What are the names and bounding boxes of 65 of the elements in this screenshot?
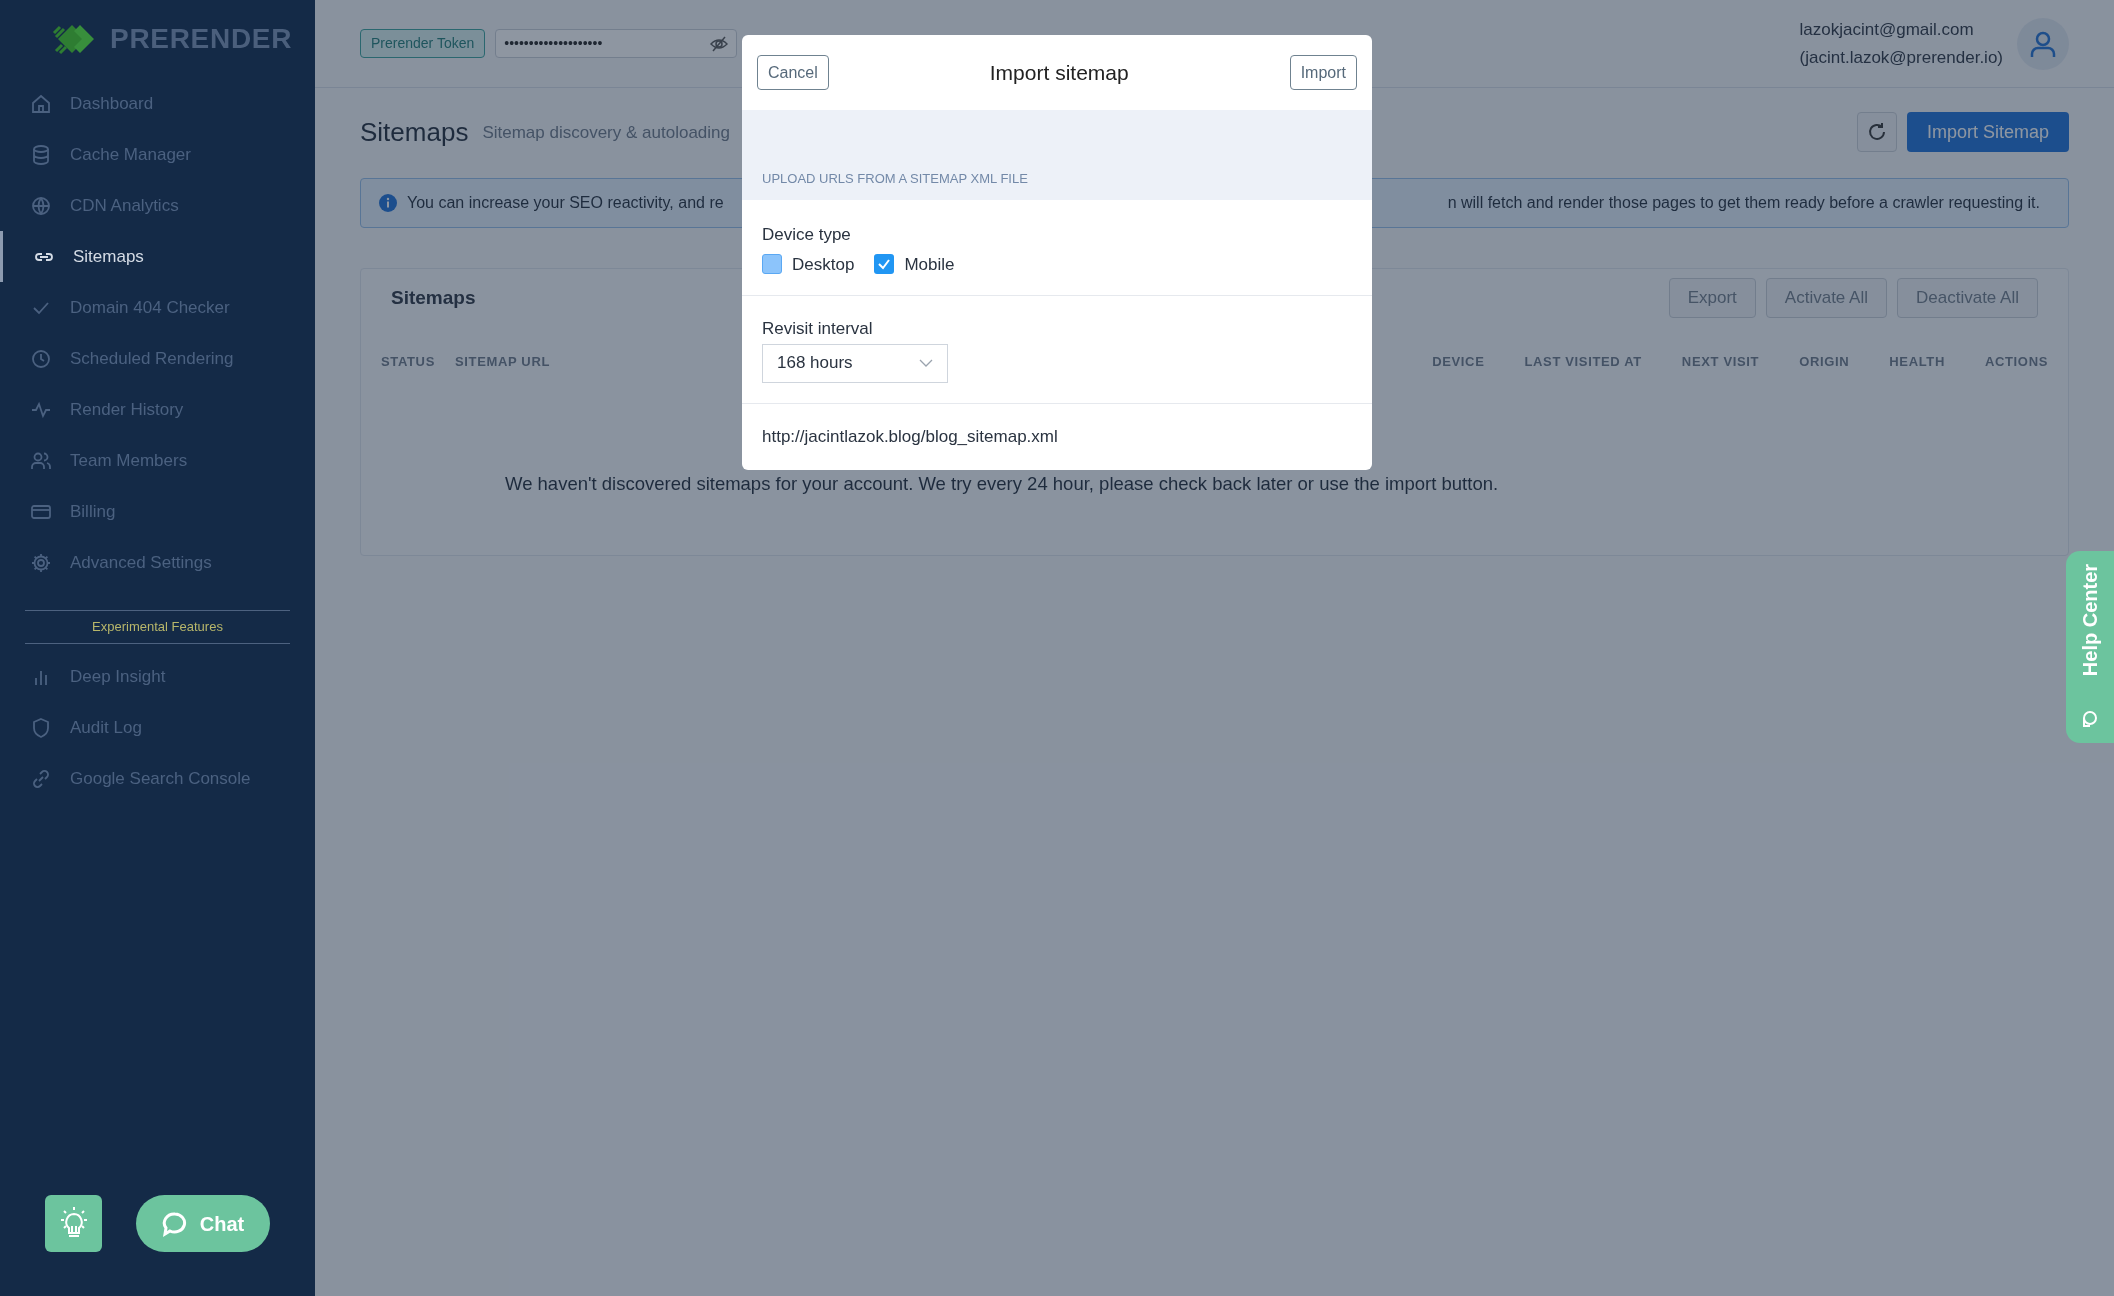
clock-icon [30, 347, 52, 370]
cancel-button[interactable]: Cancel [757, 55, 829, 90]
toolbar-button[interactable]: Export [1668, 278, 1756, 318]
sitemap-url: http://jacintlazok.blog/blog_sitemap.xml [762, 425, 1058, 448]
sidebar-item[interactable]: Deep Insight [0, 651, 315, 703]
empty-message: We haven't discovered sitemaps for your account. We try every 24 hour, please check back later or use the import button. [505, 473, 1499, 495]
checkbox[interactable] [874, 254, 895, 275]
gear-icon [30, 551, 52, 574]
sidebar-item[interactable]: Domain 404 Checker [0, 282, 315, 333]
column-header: HEALTH [1889, 353, 1945, 372]
lightbulb-button[interactable] [45, 1195, 102, 1252]
sidebar-item[interactable]: Cache Manager [0, 129, 315, 180]
field-label: Revisit interval [762, 318, 874, 340]
checkbox-label: Mobile [904, 253, 955, 276]
column-header: SITEMAP URL [455, 353, 550, 372]
check-icon [877, 257, 892, 272]
dialog-title: Import sitemap [988, 59, 1130, 86]
column-header: NEXT VISIT [1681, 353, 1760, 372]
column-header: STATUS [381, 353, 435, 372]
home-icon [30, 92, 52, 115]
checkbox[interactable] [762, 254, 782, 275]
field-label: Device type [762, 224, 852, 246]
speech-bubble-icon [161, 1210, 188, 1237]
refresh-icon [1866, 122, 1887, 142]
column-header: ORIGIN [1799, 353, 1850, 372]
sidebar-item[interactable]: Dashboard [0, 78, 315, 129]
sidebar-item[interactable]: Billing [0, 486, 315, 537]
sidebar-item[interactable]: Google Search Console [0, 753, 315, 805]
info-icon [379, 194, 397, 212]
page-title: Sitemaps [360, 115, 469, 149]
import-button[interactable]: Import [1289, 55, 1357, 90]
token-field[interactable]: •••••••••••••••••••• [495, 29, 738, 58]
sidebar-item[interactable]: Render History [0, 384, 315, 435]
database-icon [30, 143, 52, 166]
toolbar-button[interactable]: Activate All [1765, 278, 1887, 318]
checkbox-label: Desktop [792, 253, 855, 276]
info-text: n will fetch and render those pages to get them ready before a crawler requesting it. [1447, 193, 2040, 213]
toolbar-button[interactable]: Deactivate All [1897, 278, 2038, 318]
column-header: DEVICE [1432, 353, 1485, 372]
page-subtitle: Sitemap discovery & autoloading [482, 122, 730, 145]
refresh-button[interactable] [1856, 112, 1897, 152]
shield-icon [30, 717, 52, 739]
column-header: LAST VISITED AT [1524, 353, 1642, 372]
interval-dropdown[interactable]: 168 hours [762, 343, 948, 383]
section-label: UPLOAD URLS FROM A SITEMAP XML FILE [762, 169, 1028, 188]
eye-off-icon [710, 35, 729, 52]
sidebar-item[interactable]: Scheduled Rendering [0, 333, 315, 384]
sidebar-item[interactable]: Team Members [0, 435, 315, 486]
info-text: You can increase your SEO reactivity, and re [407, 193, 724, 213]
user-icon [2029, 29, 2057, 58]
user-email: lazokjacint@gmail.com [1799, 18, 1975, 41]
sidebar-item[interactable]: CDN Analytics [0, 180, 315, 231]
card-title: Sitemaps [391, 285, 476, 310]
token-label: Prerender Token [360, 29, 486, 58]
column-header: ACTIONS [1984, 353, 2048, 372]
user-alias: (jacint.lazok@prerender.io) [1799, 46, 2003, 69]
chat-button[interactable]: Chat [136, 1195, 270, 1252]
sidebar-item[interactable]: Advanced Settings [0, 537, 315, 588]
chevron-down-icon [919, 359, 933, 367]
import-sitemap-button[interactable]: Import Sitemap [1906, 112, 2069, 152]
sidebar-item[interactable]: Audit Log [0, 702, 315, 754]
globe-icon [30, 194, 52, 217]
link-icon [30, 768, 52, 790]
help-center-tab[interactable]: Help Center [2066, 551, 2114, 743]
section-label: Experimental Features [92, 618, 223, 636]
